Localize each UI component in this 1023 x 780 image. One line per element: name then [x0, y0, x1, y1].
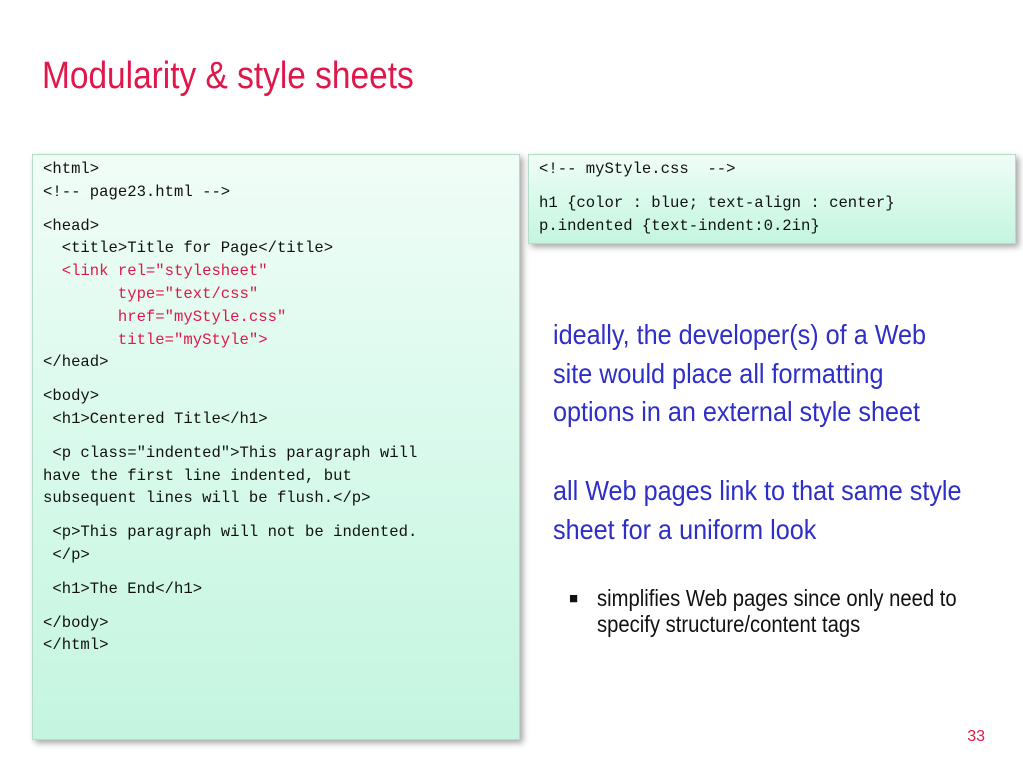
page-number: 33 [967, 728, 985, 745]
code-line: <p>This paragraph will not be indented. [43, 523, 418, 542]
code-line: </p> [43, 545, 90, 564]
code-line: have the first line indented, but [43, 466, 352, 485]
code-line: <h1>Centered Title</h1> [43, 409, 268, 428]
explanation-paragraph: ideally, the developer(s) of a Web site … [553, 319, 927, 427]
code-line: subsequent lines will be flush.</p> [43, 489, 371, 508]
code-line-highlighted: href="myStyle.css" [43, 307, 287, 326]
code-line: <head> [43, 216, 100, 235]
code-line-highlighted: <link rel="stylesheet" [43, 262, 268, 281]
bullet-text: simplifies Web pages since only need to … [597, 585, 957, 637]
html-code-box: <html> <!-- page23.html --> <head> <titl… [32, 154, 520, 740]
code-line: <!-- myStyle.css --> [539, 160, 736, 178]
code-line: p.indented {text-indent:0.2in} [539, 216, 820, 235]
code-line: <!-- page23.html --> [43, 182, 231, 201]
code-line: <html> [43, 160, 100, 178]
explanation-paragraph: all Web pages link to that same style sh… [553, 475, 962, 545]
square-bullet-icon: ■ [569, 590, 579, 607]
code-line: <title>Title for Page</title> [43, 239, 334, 258]
code-line-highlighted: title="myStyle"> [43, 330, 268, 349]
code-line-highlighted: type="text/css" [43, 284, 259, 303]
bullet-item: ■ simplifies Web pages since only need t… [569, 585, 1009, 637]
code-line: </html> [43, 636, 109, 655]
code-line: </body> [43, 613, 109, 632]
code-line: h1 {color : blue; text-align : center} [539, 193, 895, 212]
code-line: <h1>The End</h1> [43, 579, 203, 598]
code-line: <p class="indented">This paragraph will [43, 443, 418, 462]
slide-title: Modularity & style sheets [42, 55, 414, 97]
code-line: <body> [43, 387, 100, 406]
code-line: </head> [43, 353, 109, 372]
css-code-box: <!-- myStyle.css --> h1 {color : blue; t… [528, 154, 1016, 244]
